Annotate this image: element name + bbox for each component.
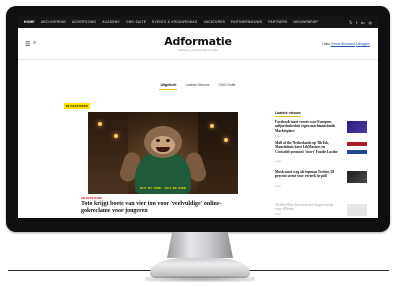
- news-item-title[interactable]: Facebook moet verzet voor Europees milja…: [275, 120, 339, 133]
- news-item-thumbnail[interactable]: [347, 171, 367, 183]
- nav-item-nieuwsbrief[interactable]: NIEUWSBRIEF: [294, 20, 319, 24]
- article-category[interactable]: ADVERTISING: [81, 196, 102, 200]
- tab-uitgelicht[interactable]: Uitgelicht: [159, 82, 178, 90]
- monitor-stand-base: [150, 258, 250, 278]
- nav-item-events[interactable]: EVENTS & VROUWENDAG: [152, 20, 197, 24]
- nav-item-home[interactable]: HOME: [24, 20, 35, 24]
- nav-item-cmo-suite[interactable]: CMO SUITE: [126, 20, 146, 24]
- nav-item-partners[interactable]: PARTNERS: [268, 20, 287, 24]
- light-bulb: [98, 122, 102, 126]
- news-item-thumbnail[interactable]: [347, 142, 367, 154]
- top-navigation: HOME ARCHIVERING ADVERTISING ACADEMY CMO…: [18, 16, 378, 28]
- logout-link[interactable]: Uitloggen: [356, 42, 370, 46]
- monitor-stand-neck: [167, 232, 233, 258]
- light-bulb: [210, 124, 214, 128]
- social-links: 𝕏 f in ◎: [349, 20, 372, 25]
- facebook-icon[interactable]: f: [356, 20, 357, 25]
- instagram-icon[interactable]: ◎: [369, 20, 373, 25]
- news-item-thumbnail[interactable]: [347, 121, 367, 133]
- news-item[interactable]: Mall of the Netherlands op TikTok, Mauri…: [275, 141, 367, 165]
- tab-cmo-suite[interactable]: CMO Suite: [217, 82, 236, 90]
- news-item-time: 1 uur: [275, 160, 281, 163]
- content-tabs: Uitgelicht Laatste Nieuws CMO Suite: [18, 82, 378, 90]
- tab-laatste-nieuws[interactable]: Laatste Nieuws: [184, 82, 210, 90]
- news-item-time: 3 uur: [275, 213, 281, 216]
- news-item-time: 2 uur: [275, 185, 281, 188]
- featured-label: IN FEATURED: [64, 103, 91, 109]
- site-header: ☰ ⌕ Adformatie Marketing, communicatie &…: [18, 28, 378, 60]
- image-background-right: [198, 112, 238, 194]
- monitor-frame: HOME ARCHIVERING ADVERTISING ACADEMY CMO…: [6, 6, 390, 232]
- news-item[interactable]: Musk moet weg als topman Twitter, 58 pro…: [275, 170, 367, 194]
- greeting-text: Hallo: [322, 42, 330, 46]
- character-eye: [166, 139, 170, 142]
- nav-item-partnernieuws[interactable]: PARTNERNIEUWS: [231, 20, 262, 24]
- news-item[interactable]: Twitter Blue herstart met hogere prijs v…: [275, 203, 367, 218]
- user-name-link[interactable]: Sanne Bruinsma: [331, 42, 355, 46]
- linkedin-icon[interactable]: in: [361, 20, 364, 25]
- news-item-thumbnail[interactable]: [347, 204, 367, 216]
- image-caption: OUT OF TIME · OUT OF NOW: [139, 186, 187, 190]
- stand-shadow: [145, 276, 255, 282]
- news-item-title[interactable]: Musk moet weg als topman Twitter, 58 pro…: [275, 170, 339, 179]
- site-tagline: Marketing, communicatie & media: [178, 49, 218, 52]
- nav-item-vacatures[interactable]: VACATURES: [204, 20, 225, 24]
- nav-item-advertising[interactable]: ADVERTISING: [72, 20, 97, 24]
- news-item-title[interactable]: Twitter Blue herstart met hogere prijs v…: [275, 203, 339, 212]
- nav-item-archivering[interactable]: ARCHIVERING: [41, 20, 66, 24]
- news-item-title[interactable]: Mall of the Netherlands op TikTok, Mauri…: [275, 141, 339, 154]
- user-greeting: Hallo Sanne Bruinsma Uitloggen: [322, 42, 370, 46]
- featured-image[interactable]: OUT OF TIME · OUT OF NOW: [88, 112, 238, 194]
- news-item-time: 1 uur: [275, 135, 281, 138]
- nav-item-academy[interactable]: ACADEMY: [102, 20, 120, 24]
- light-bulb: [224, 138, 228, 142]
- image-background-left: [88, 112, 128, 194]
- character-eye: [156, 139, 160, 142]
- twitter-icon[interactable]: 𝕏: [349, 20, 352, 25]
- featured-headline[interactable]: Toto krijgt boete van vier ton voor 'vee…: [81, 201, 251, 215]
- browser-viewport: HOME ARCHIVERING ADVERTISING ACADEMY CMO…: [18, 16, 378, 218]
- sidebar-title: Laatste nieuws: [275, 111, 301, 117]
- light-bulb: [114, 134, 118, 138]
